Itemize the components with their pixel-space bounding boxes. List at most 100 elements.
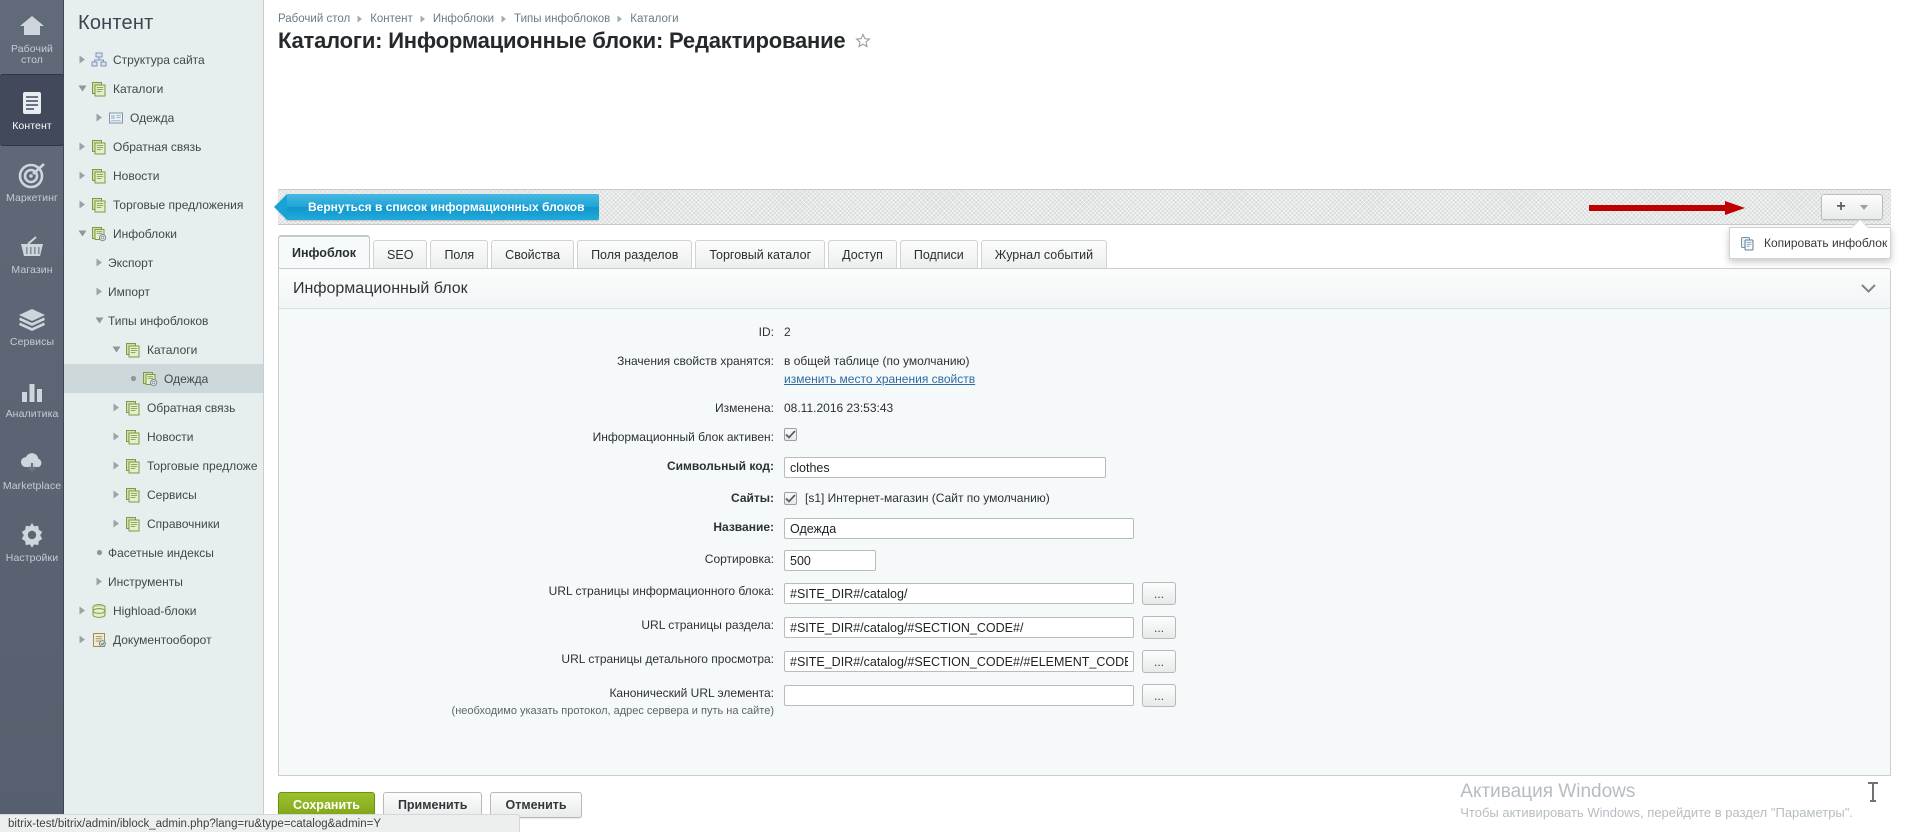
- tree-twisty-collapsed-icon[interactable]: [110, 488, 123, 501]
- url-detail-input[interactable]: [784, 651, 1134, 672]
- tree-twisty-collapsed-icon[interactable]: [76, 633, 89, 646]
- tree-twisty-collapsed-icon[interactable]: [76, 140, 89, 153]
- tab-4[interactable]: Свойства: [491, 240, 574, 268]
- tab-9[interactable]: Журнал событий: [981, 240, 1107, 268]
- iblock-icon: [125, 487, 141, 503]
- tree-twisty-expanded-icon[interactable]: [110, 343, 123, 356]
- tree-twisty-collapsed-icon[interactable]: [93, 285, 106, 298]
- tree-node[interactable]: Новости: [64, 422, 263, 451]
- tab-7[interactable]: Доступ: [828, 240, 897, 268]
- sort-input[interactable]: [784, 550, 876, 571]
- tree-twisty-collapsed-icon[interactable]: [76, 53, 89, 66]
- tree-node[interactable]: Каталоги: [64, 335, 263, 364]
- tree-node[interactable]: Обратная связь: [64, 132, 263, 161]
- canonical-browse-button[interactable]: ...: [1142, 684, 1176, 707]
- tab-8[interactable]: Подписи: [900, 240, 978, 268]
- tree-twisty-expanded-icon[interactable]: [93, 314, 106, 327]
- panel-body: ID: 2 Значения свойств хранятся: в общей…: [279, 309, 1890, 720]
- tree-twisty-collapsed-icon[interactable]: [76, 604, 89, 617]
- tree-twisty-collapsed-icon[interactable]: [93, 111, 106, 124]
- tree-twisty-expanded-icon[interactable]: [76, 82, 89, 95]
- favorite-star-icon[interactable]: [855, 33, 871, 49]
- tree-node[interactable]: Инструменты: [64, 567, 263, 596]
- tab-label: Подписи: [914, 248, 964, 262]
- rail-item-shop[interactable]: Магазин: [0, 218, 64, 290]
- tree-node[interactable]: Экспорт: [64, 248, 263, 277]
- tree-twisty-collapsed-icon[interactable]: [76, 169, 89, 182]
- change-storage-link[interactable]: изменить место хранения свойств: [784, 370, 975, 388]
- tab-1[interactable]: Инфоблок: [278, 236, 370, 268]
- tree-twisty-collapsed-icon[interactable]: [76, 198, 89, 211]
- field-row-sites: Сайты: [s1] Интернет-магазин (Сайт по ум…: [279, 489, 1890, 507]
- tree-node[interactable]: Сервисы: [64, 480, 263, 509]
- bar-chart-icon: [17, 376, 47, 406]
- field-value-code: [784, 457, 1106, 478]
- tree-node[interactable]: Инфоблоки: [64, 219, 263, 248]
- breadcrumb-item[interactable]: Инфоблоки: [433, 13, 494, 25]
- tree-node[interactable]: Обратная связь: [64, 393, 263, 422]
- rail-item-marketing[interactable]: Маркетинг: [0, 146, 64, 218]
- breadcrumb-item[interactable]: Каталоги: [630, 13, 678, 25]
- tree-node[interactable]: Одежда: [64, 103, 263, 132]
- tree-node[interactable]: Торговые предложения: [64, 190, 263, 219]
- rail-item-desktop[interactable]: Рабочий стол: [0, 2, 64, 74]
- tab-5[interactable]: Поля разделов: [577, 240, 692, 268]
- tree-twisty-collapsed-icon[interactable]: [110, 430, 123, 443]
- tree-node[interactable]: Новости: [64, 161, 263, 190]
- tab-label: SEO: [387, 248, 413, 262]
- tree-node-list: Структура сайтаКаталогиОдеждаОбратная св…: [64, 45, 263, 654]
- field-label-url-section: URL страницы раздела:: [279, 616, 784, 634]
- tree-twisty-collapsed-icon[interactable]: [93, 575, 106, 588]
- tab-6[interactable]: Торговый каталог: [695, 240, 825, 268]
- rail-item-settings[interactable]: Настройки: [0, 506, 64, 578]
- copy-iblock-menu-item[interactable]: Копировать инфоблок: [1730, 228, 1890, 258]
- tree-node[interactable]: Документооборот: [64, 625, 263, 654]
- breadcrumb-item[interactable]: Рабочий стол: [278, 13, 350, 25]
- tree-node[interactable]: Одежда: [64, 364, 263, 393]
- field-row-name: Название:: [279, 518, 1890, 539]
- tree-twisty-collapsed-icon[interactable]: [110, 459, 123, 472]
- tree-node[interactable]: Справочники: [64, 509, 263, 538]
- canonical-label-text: Канонический URL элемента:: [609, 686, 774, 700]
- layers-icon: [17, 304, 47, 334]
- url-iblock-browse-button[interactable]: ...: [1142, 582, 1176, 605]
- tab-label: Свойства: [505, 248, 560, 262]
- tree-node[interactable]: Фасетные индексы: [64, 538, 263, 567]
- tree-node[interactable]: Типы инфоблоков: [64, 306, 263, 335]
- tree-twisty-expanded-icon[interactable]: [76, 227, 89, 240]
- field-row-url-iblock: URL страницы информационного блока: ...: [279, 582, 1890, 605]
- tree-node[interactable]: Торговые предложе: [64, 451, 263, 480]
- tree-twisty-collapsed-icon[interactable]: [110, 401, 123, 414]
- url-detail-browse-button[interactable]: ...: [1142, 650, 1176, 673]
- name-input[interactable]: [784, 518, 1134, 539]
- collapse-chevron-icon[interactable]: [1861, 284, 1876, 293]
- url-section-browse-button[interactable]: ...: [1142, 616, 1176, 639]
- canonical-url-input[interactable]: [784, 685, 1134, 706]
- code-input[interactable]: [784, 457, 1106, 478]
- breadcrumb-item[interactable]: Типы инфоблоков: [514, 13, 610, 25]
- iblock-icon: [125, 458, 141, 474]
- field-label-name: Название:: [279, 518, 784, 536]
- active-checkbox[interactable]: [784, 428, 797, 441]
- tab-label: Торговый каталог: [709, 248, 811, 262]
- rail-item-marketplace[interactable]: Marketplace: [0, 434, 64, 506]
- site-s1-checkbox[interactable]: [784, 492, 797, 505]
- tree-node[interactable]: Импорт: [64, 277, 263, 306]
- add-iblock-dropdown-button[interactable]: +: [1821, 194, 1883, 220]
- rail-item-services[interactable]: Сервисы: [0, 290, 64, 362]
- tree-twisty-collapsed-icon[interactable]: [110, 517, 123, 530]
- tab-3[interactable]: Поля: [430, 240, 488, 268]
- tree-twisty-collapsed-icon[interactable]: [93, 256, 106, 269]
- tree-node[interactable]: Каталоги: [64, 74, 263, 103]
- url-iblock-input[interactable]: [784, 583, 1134, 604]
- tree-node-label: Одежда: [130, 111, 174, 125]
- tab-2[interactable]: SEO: [373, 240, 427, 268]
- rail-item-content[interactable]: Контент: [0, 74, 64, 146]
- breadcrumb-item[interactable]: Контент: [370, 13, 413, 25]
- url-section-input[interactable]: [784, 617, 1134, 638]
- tree-node[interactable]: Структура сайта: [64, 45, 263, 74]
- rail-item-analytics[interactable]: Аналитика: [0, 362, 64, 434]
- back-to-list-button[interactable]: Вернуться в список информационных блоков: [286, 194, 599, 220]
- tree-node-label: Структура сайта: [113, 53, 205, 67]
- tree-node[interactable]: Highload-блоки: [64, 596, 263, 625]
